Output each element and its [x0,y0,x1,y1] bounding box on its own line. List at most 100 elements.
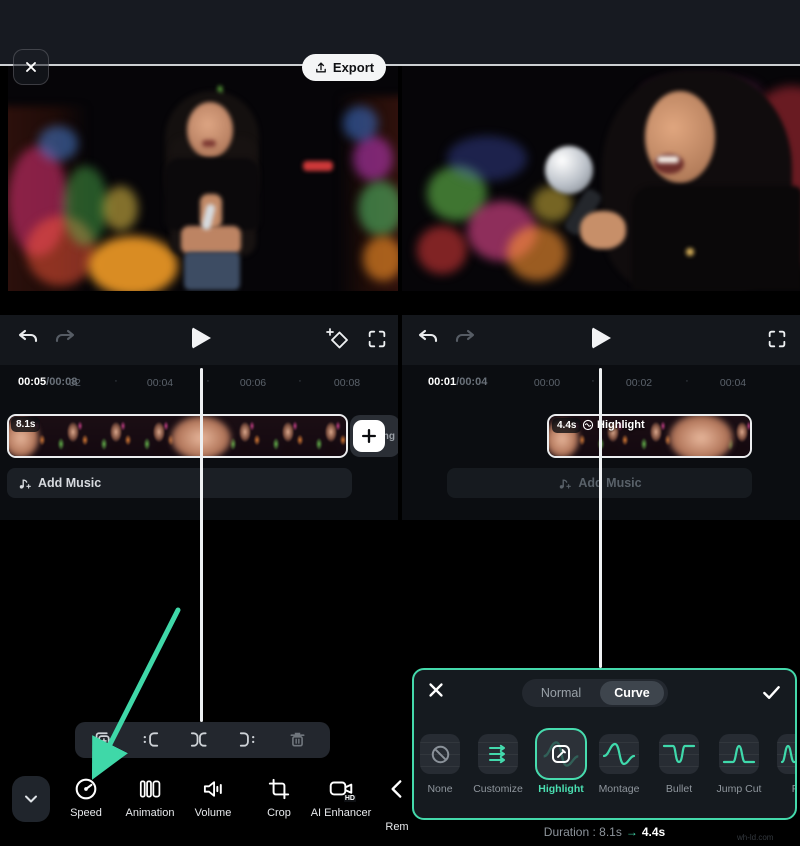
speed-curve-panel: Normal Curve None Customize High [412,668,797,820]
volume-icon [200,776,226,802]
ruler-tick: 02 [69,377,81,389]
watermark: wh-ld.com [737,833,773,842]
clip-duration-badge: 8.1s [11,417,40,432]
add-music-button-left[interactable]: Add Music [7,468,352,498]
preset-label: Fla [761,783,797,795]
toolbar-label: Rem [385,820,408,834]
upload-icon [314,61,328,75]
ruler-tick: 00:02 [626,377,652,389]
undo-icon [416,326,440,350]
ruler-tick: 00:00 [534,377,560,389]
ruler-dot: · [206,375,210,387]
close-editor-button[interactable] [13,49,49,85]
preset-none[interactable] [420,734,460,774]
check-icon [760,681,783,704]
plus-icon [360,427,378,445]
crop-icon [266,776,292,802]
preview-player-left[interactable] [8,66,398,291]
redo-button[interactable] [53,326,77,350]
ruler-dot: · [298,375,302,387]
panel-divider [398,291,402,520]
collapse-toolbar-button[interactable] [12,776,50,822]
preset-bullet[interactable] [659,734,699,774]
trim-right-icon [236,729,257,750]
edit-icon [549,742,573,766]
undo-button[interactable] [16,326,40,350]
keyframe-button[interactable] [325,327,349,351]
top-bar [0,0,800,66]
tab-curve[interactable]: Curve [600,681,664,705]
duration-old: Duration : 8.1s [544,825,622,839]
close-icon [426,680,446,700]
video-editor-app: Export 00:05/00:08 02 · 00:04 · 00:06 · … [0,0,800,846]
timecode-current: 00:01 [428,376,456,388]
play-button-right[interactable] [592,327,611,349]
ruler-dot: · [114,375,118,387]
toolbar-label: Crop [267,806,291,820]
duration-new: 4.4s [642,825,665,839]
fullscreen-button-left[interactable] [366,328,388,350]
toolbar-item-ai-enhancer[interactable]: HD AI Enhancer [309,776,373,820]
fullscreen-button-right[interactable] [766,328,788,350]
preset-highlight[interactable] [535,728,587,780]
toolbar-label: AI Enhancer [310,806,372,820]
tab-normal[interactable]: Normal [522,679,600,707]
preset-montage[interactable] [599,734,639,774]
flash-curve-icon [780,741,797,767]
video-clip-left[interactable] [7,414,348,458]
preview-top-border [0,64,800,66]
block-icon [429,743,452,766]
delete-button[interactable] [287,729,308,750]
toolbar-item-crop[interactable]: Crop [247,776,311,820]
timecode-total: /00:04 [456,376,487,388]
add-clip-button[interactable] [353,420,385,452]
export-label: Export [333,60,374,75]
export-button[interactable]: Export [302,54,386,81]
ruler-tick: 00:08 [334,377,360,389]
toolbar-item-animation[interactable]: Animation [118,776,182,820]
play-button-left[interactable] [192,327,211,349]
play-icon [592,327,611,349]
undo-button-right[interactable] [416,326,440,350]
undo-icon [16,326,40,350]
play-icon [192,327,211,349]
ruler-dot: · [591,375,595,387]
montage-curve-icon [602,741,636,767]
trim-right-button[interactable] [236,729,257,750]
panel-close-button[interactable] [426,680,446,700]
preset-jump-cut[interactable] [719,734,759,774]
add-music-label: Add Music [38,476,101,490]
keyframe-diamond-icon [325,327,349,351]
toolbar-label: Volume [195,806,232,820]
redo-button-right[interactable] [453,326,477,350]
playhead-left[interactable] [200,368,203,722]
music-note-plus-icon [17,476,32,491]
toolbar-label: Animation [126,806,175,820]
toolbar-label: Speed [70,806,102,820]
ai-enhancer-icon: HD [328,776,354,802]
filmstrip-frame [669,414,733,458]
clip-duration-badge: 4.4s [552,418,581,433]
preview-player-right[interactable] [402,66,800,291]
chevron-down-icon [21,789,41,809]
preset-customize[interactable] [478,734,518,774]
effect-name: Highlight [597,419,645,431]
chevron-left-icon [384,776,410,802]
ruler-tick: 00:06 [240,377,266,389]
panel-confirm-button[interactable] [760,681,783,704]
speed-mode-tabs: Normal Curve [522,679,668,707]
bullet-curve-icon [662,741,696,767]
toolbar-item-speed[interactable]: Speed [54,776,118,820]
redo-icon [53,326,77,350]
close-icon [23,59,39,75]
annotation-arrow [83,602,193,780]
fullscreen-icon [366,328,388,350]
music-note-plus-icon [557,476,572,491]
hd-badge: HD [344,795,356,802]
preset-flash[interactable] [777,734,797,774]
ruler-tick: 00:04 [720,377,746,389]
playhead-right[interactable] [599,368,602,668]
toolbar-item-volume[interactable]: Volume [181,776,245,820]
timecode-current: 00:05 [18,376,46,388]
clip-effect-badge: Highlight [582,419,645,431]
